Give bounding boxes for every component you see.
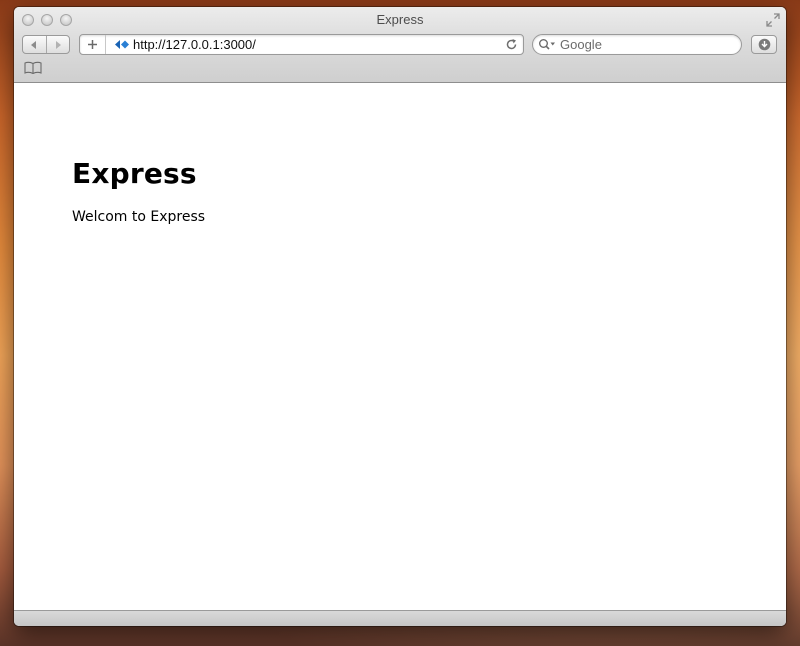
fullscreen-icon[interactable] — [766, 13, 780, 27]
book-icon[interactable] — [24, 61, 42, 74]
status-bar — [14, 610, 786, 626]
welcome-text: Welcom to Express — [72, 209, 206, 225]
downloads-button[interactable] — [751, 35, 777, 54]
add-bookmark-button[interactable] — [80, 35, 106, 54]
reload-icon[interactable] — [505, 38, 518, 51]
back-arrow-icon — [31, 40, 37, 49]
back-button[interactable] — [23, 36, 47, 53]
search-field[interactable]: Google — [532, 34, 742, 55]
page-heading: Express — [72, 157, 197, 190]
forward-arrow-icon — [55, 40, 61, 49]
forward-button[interactable] — [47, 36, 70, 53]
browser-window: Express http://127.0.0.1:3000/ Google Ex… — [14, 7, 786, 626]
express-favicon-icon — [115, 40, 129, 49]
downloads-icon — [758, 38, 770, 51]
window-title: Express — [376, 12, 424, 27]
search-icon — [539, 39, 555, 50]
back-forward-group — [22, 35, 70, 54]
page-content: Express Welcom to Express — [14, 83, 786, 610]
plus-icon — [88, 40, 97, 49]
address-bar[interactable]: http://127.0.0.1:3000/ — [79, 34, 524, 55]
url-text: http://127.0.0.1:3000/ — [133, 37, 256, 52]
browser-toolbar: Express http://127.0.0.1:3000/ Google — [14, 7, 786, 83]
search-placeholder: Google — [560, 37, 602, 52]
